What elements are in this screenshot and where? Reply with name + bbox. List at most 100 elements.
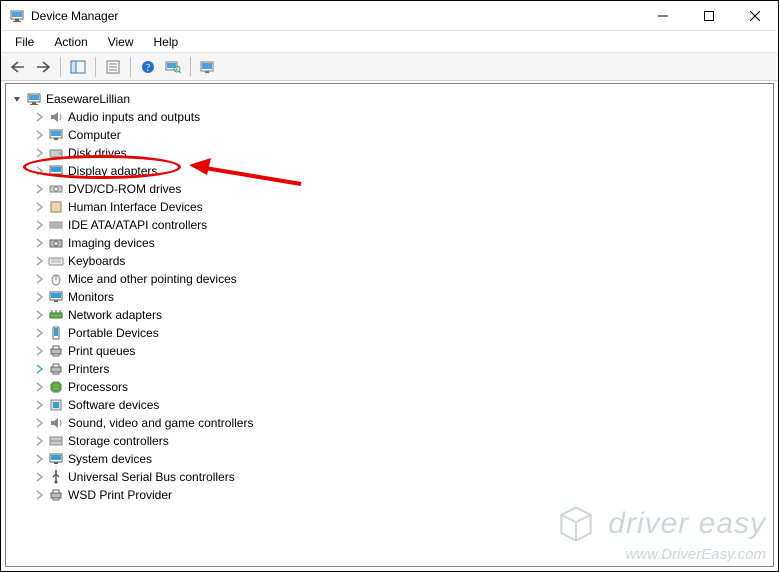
printer-icon xyxy=(48,343,64,359)
speaker-icon xyxy=(48,109,64,125)
cpu-icon xyxy=(48,379,64,395)
tree-item-label: Display adapters xyxy=(68,164,157,178)
tree-item-mice[interactable]: Mice and other pointing devices xyxy=(10,270,769,288)
expand-icon[interactable] xyxy=(32,362,46,376)
tree-item-storage[interactable]: Storage controllers xyxy=(10,432,769,450)
tree-item-label: IDE ATA/ATAPI controllers xyxy=(68,218,207,232)
expand-icon[interactable] xyxy=(32,164,46,178)
tree-item-label: Storage controllers xyxy=(68,434,169,448)
tree-root[interactable]: EasewareLillian xyxy=(10,90,769,108)
tree-item-hid[interactable]: Human Interface Devices xyxy=(10,198,769,216)
portable-icon xyxy=(48,325,64,341)
tree-item-label: Imaging devices xyxy=(68,236,155,250)
tree-item-portable[interactable]: Portable Devices xyxy=(10,324,769,342)
tree-item-label: Monitors xyxy=(68,290,114,304)
system-icon xyxy=(48,451,64,467)
tree-item-label: Portable Devices xyxy=(68,326,159,340)
help-button[interactable]: ? xyxy=(137,56,159,78)
app-icon xyxy=(9,8,25,24)
expand-icon[interactable] xyxy=(32,290,46,304)
tree-item-dvd[interactable]: DVD/CD-ROM drives xyxy=(10,180,769,198)
tree-item-imaging[interactable]: Imaging devices xyxy=(10,234,769,252)
expand-icon[interactable] xyxy=(32,452,46,466)
tree-item-label: Network adapters xyxy=(68,308,162,322)
tree-item-sound[interactable]: Sound, video and game controllers xyxy=(10,414,769,432)
camera-icon xyxy=(48,235,64,251)
tree-item-label: Computer xyxy=(68,128,121,142)
expand-icon[interactable] xyxy=(32,398,46,412)
keyboard-icon xyxy=(48,253,64,269)
svg-text:?: ? xyxy=(146,63,151,74)
back-button[interactable] xyxy=(7,56,29,78)
expand-icon[interactable] xyxy=(32,236,46,250)
tree-item-network-adapters[interactable]: Network adapters xyxy=(10,306,769,324)
mouse-icon xyxy=(48,271,64,287)
tree-item-label: Keyboards xyxy=(68,254,125,268)
expand-icon[interactable] xyxy=(32,182,46,196)
menu-view[interactable]: View xyxy=(100,33,142,51)
collapse-icon[interactable] xyxy=(10,92,24,106)
expand-icon[interactable] xyxy=(32,110,46,124)
show-hide-tree-button[interactable] xyxy=(67,56,89,78)
tree-item-label: System devices xyxy=(68,452,152,466)
expand-icon[interactable] xyxy=(32,326,46,340)
tree-item-ide[interactable]: IDE ATA/ATAPI controllers xyxy=(10,216,769,234)
tree-item-computer[interactable]: Computer xyxy=(10,126,769,144)
expand-icon[interactable] xyxy=(32,380,46,394)
tree-item-wsd[interactable]: WSD Print Provider xyxy=(10,486,769,504)
tree-item-keyboards[interactable]: Keyboards xyxy=(10,252,769,270)
expand-icon[interactable] xyxy=(32,218,46,232)
tree-item-label: Sound, video and game controllers xyxy=(68,416,253,430)
expand-icon[interactable] xyxy=(32,272,46,286)
display-icon xyxy=(48,163,64,179)
tree-item-processors[interactable]: Processors xyxy=(10,378,769,396)
close-button[interactable] xyxy=(732,1,778,31)
toolbar-separator xyxy=(95,57,96,77)
usb-icon xyxy=(48,469,64,485)
tree-item-monitors[interactable]: Monitors xyxy=(10,288,769,306)
disk-icon xyxy=(48,145,64,161)
scan-hardware-button[interactable] xyxy=(162,56,184,78)
dvd-icon xyxy=(48,181,64,197)
tree-item-label: DVD/CD-ROM drives xyxy=(68,182,181,196)
computer-icon xyxy=(48,127,64,143)
expand-icon[interactable] xyxy=(32,146,46,160)
toolbar-separator xyxy=(190,57,191,77)
hid-icon xyxy=(48,199,64,215)
tree-item-software-devices[interactable]: Software devices xyxy=(10,396,769,414)
network-icon xyxy=(48,307,64,323)
maximize-button[interactable] xyxy=(686,1,732,31)
add-legacy-hardware-button[interactable] xyxy=(197,56,219,78)
tree-item-label: Mice and other pointing devices xyxy=(68,272,237,286)
expand-icon[interactable] xyxy=(32,488,46,502)
menu-help[interactable]: Help xyxy=(146,33,187,51)
tree-item-display-adapters[interactable]: Display adapters xyxy=(10,162,769,180)
tree-item-audio[interactable]: Audio inputs and outputs xyxy=(10,108,769,126)
tree-item-printers[interactable]: Printers xyxy=(10,360,769,378)
storage-icon xyxy=(48,433,64,449)
expand-icon[interactable] xyxy=(32,416,46,430)
tree-item-label: Software devices xyxy=(68,398,159,412)
device-tree[interactable]: EasewareLillian Audio inputs and outputs… xyxy=(10,90,769,504)
tree-item-usb[interactable]: Universal Serial Bus controllers xyxy=(10,468,769,486)
expand-icon[interactable] xyxy=(32,470,46,484)
tree-item-system[interactable]: System devices xyxy=(10,450,769,468)
properties-button[interactable] xyxy=(102,56,124,78)
expand-icon[interactable] xyxy=(32,308,46,322)
tree-item-disk-drives[interactable]: Disk drives xyxy=(10,144,769,162)
expand-icon[interactable] xyxy=(32,344,46,358)
printer-icon xyxy=(48,361,64,377)
tree-item-label: Print queues xyxy=(68,344,135,358)
forward-button[interactable] xyxy=(32,56,54,78)
tree-item-print-queues[interactable]: Print queues xyxy=(10,342,769,360)
menu-file[interactable]: File xyxy=(7,33,42,51)
minimize-button[interactable] xyxy=(640,1,686,31)
speaker-icon xyxy=(48,415,64,431)
menubar: File Action View Help xyxy=(1,31,778,53)
tree-item-label: Disk drives xyxy=(68,146,127,160)
expand-icon[interactable] xyxy=(32,128,46,142)
menu-action[interactable]: Action xyxy=(46,33,95,51)
expand-icon[interactable] xyxy=(32,434,46,448)
expand-icon[interactable] xyxy=(32,254,46,268)
expand-icon[interactable] xyxy=(32,200,46,214)
